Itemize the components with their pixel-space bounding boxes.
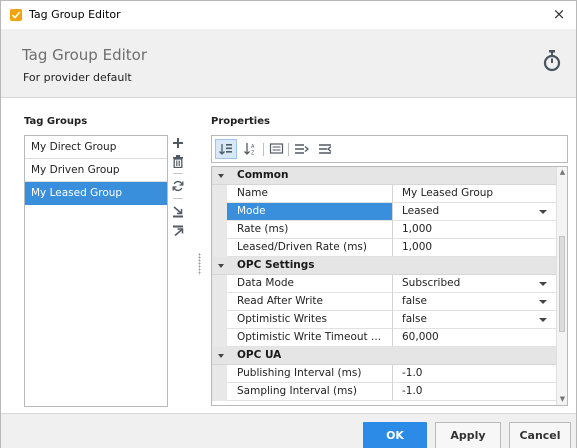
- import-icon[interactable]: [171, 206, 185, 220]
- collapse-all-icon[interactable]: [318, 142, 334, 156]
- scrollbar-thumb[interactable]: [559, 236, 565, 332]
- category-name: OPC Settings: [237, 259, 315, 271]
- description-toggle-icon[interactable]: [269, 142, 285, 156]
- property-name: Optimistic Writes: [227, 311, 393, 329]
- dropdown-value: Leased: [402, 205, 440, 217]
- header: Tag Group Editor For provider default: [1, 29, 576, 98]
- svg-text:Z: Z: [251, 151, 255, 157]
- cancel-button[interactable]: Cancel: [509, 422, 571, 448]
- property-value[interactable]: My Leased Group: [393, 185, 557, 203]
- dropdown-arrow-icon[interactable]: [539, 282, 547, 286]
- svg-text:A: A: [251, 144, 255, 150]
- property-name: Leased/Driven Rate (ms): [227, 239, 393, 257]
- tag-groups-label: Tag Groups: [24, 116, 88, 127]
- property-value[interactable]: 60,000: [393, 329, 557, 347]
- property-value-dropdown[interactable]: false: [393, 311, 557, 329]
- property-row[interactable]: Leased/Driven Rate (ms) 1,000: [212, 239, 557, 257]
- property-row[interactable]: Name My Leased Group: [212, 185, 557, 203]
- property-value[interactable]: 1,000: [393, 221, 557, 239]
- property-grid: Common Name My Leased Group Mode Leased …: [211, 166, 568, 406]
- property-row[interactable]: Publishing Interval (ms) -1.0: [212, 365, 557, 383]
- list-item-driven-group[interactable]: My Driven Group: [25, 159, 167, 182]
- property-row[interactable]: Optimistic Write Timeout ... 60,000: [212, 329, 557, 347]
- tag-groups-list: My Direct Group My Driven Group My Lease…: [24, 135, 168, 407]
- delete-icon[interactable]: [171, 155, 185, 169]
- property-name: Read After Write: [227, 293, 393, 311]
- dropdown-arrow-icon[interactable]: [539, 210, 547, 214]
- list-item-leased-group[interactable]: My Leased Group: [25, 182, 167, 205]
- category-opc-settings[interactable]: OPC Settings: [212, 257, 557, 275]
- title-bar: Tag Group Editor ×: [1, 1, 576, 29]
- export-icon[interactable]: [171, 225, 185, 239]
- dropdown-arrow-icon[interactable]: [539, 318, 547, 322]
- list-item-direct-group[interactable]: My Direct Group: [25, 136, 167, 159]
- toolbar-divider: [263, 143, 264, 156]
- property-value[interactable]: -1.0: [393, 365, 557, 383]
- property-value-dropdown[interactable]: false: [393, 293, 557, 311]
- property-name: Optimistic Write Timeout ...: [227, 329, 393, 347]
- properties-label: Properties: [211, 116, 270, 127]
- property-name: Data Mode: [227, 275, 393, 293]
- page-subtitle: For provider default: [23, 71, 132, 84]
- ok-button[interactable]: OK: [363, 422, 427, 448]
- refresh-icon[interactable]: [171, 180, 185, 194]
- property-value[interactable]: -1.0: [393, 383, 557, 401]
- property-value[interactable]: 1,000: [393, 239, 557, 257]
- property-name: Publishing Interval (ms): [227, 365, 393, 383]
- sort-categorized-icon[interactable]: [215, 139, 237, 159]
- dropdown-arrow-icon[interactable]: [539, 300, 547, 304]
- property-row[interactable]: Rate (ms) 1,000: [212, 221, 557, 239]
- tag-group-editor-window: Tag Group Editor × Tag Group Editor For …: [0, 0, 577, 448]
- window-title: Tag Group Editor: [29, 8, 121, 21]
- collapse-triangle-icon: [218, 354, 224, 358]
- sort-alphabetical-icon[interactable]: AZ: [243, 142, 259, 157]
- collapse-triangle-icon: [218, 264, 224, 268]
- category-common[interactable]: Common: [212, 167, 557, 185]
- properties-toolbar: AZ: [211, 135, 568, 163]
- category-name: OPC UA: [237, 349, 282, 361]
- property-name: Sampling Interval (ms): [227, 383, 393, 401]
- property-row[interactable]: Optimistic Writes false: [212, 311, 557, 329]
- splitter-handle[interactable]: [198, 253, 201, 275]
- dropdown-value: false: [402, 313, 427, 325]
- stopwatch-icon[interactable]: [542, 49, 562, 73]
- dropdown-value: false: [402, 295, 427, 307]
- toolbar-divider: [173, 173, 183, 174]
- property-name: Rate (ms): [227, 221, 393, 239]
- scroll-up-icon[interactable]: ▲: [559, 169, 566, 176]
- app-icon: [10, 9, 22, 21]
- property-name: Mode: [227, 203, 393, 221]
- property-value-dropdown[interactable]: Leased: [393, 203, 557, 221]
- category-opc-ua[interactable]: OPC UA: [212, 347, 557, 365]
- property-value-dropdown[interactable]: Subscribed: [393, 275, 557, 293]
- property-row[interactable]: Data Mode Subscribed: [212, 275, 557, 293]
- apply-button[interactable]: Apply: [435, 422, 501, 448]
- category-name: Common: [237, 169, 289, 181]
- property-row[interactable]: Read After Write false: [212, 293, 557, 311]
- property-row[interactable]: Sampling Interval (ms) -1.0: [212, 383, 557, 401]
- expand-all-icon[interactable]: [294, 142, 310, 156]
- dropdown-value: Subscribed: [402, 277, 461, 289]
- toolbar-divider: [288, 143, 289, 156]
- property-name: Name: [227, 185, 393, 203]
- dialog-footer: OK Apply Cancel: [1, 413, 576, 448]
- vertical-scrollbar[interactable]: ▲ ▼: [556, 167, 567, 405]
- add-icon[interactable]: [171, 137, 185, 151]
- toolbar-divider: [173, 198, 183, 199]
- close-icon[interactable]: ×: [550, 5, 568, 23]
- collapse-triangle-icon: [218, 174, 224, 178]
- property-row[interactable]: Mode Leased: [212, 203, 557, 221]
- scroll-down-icon[interactable]: ▼: [559, 396, 566, 403]
- page-title: Tag Group Editor: [22, 46, 147, 64]
